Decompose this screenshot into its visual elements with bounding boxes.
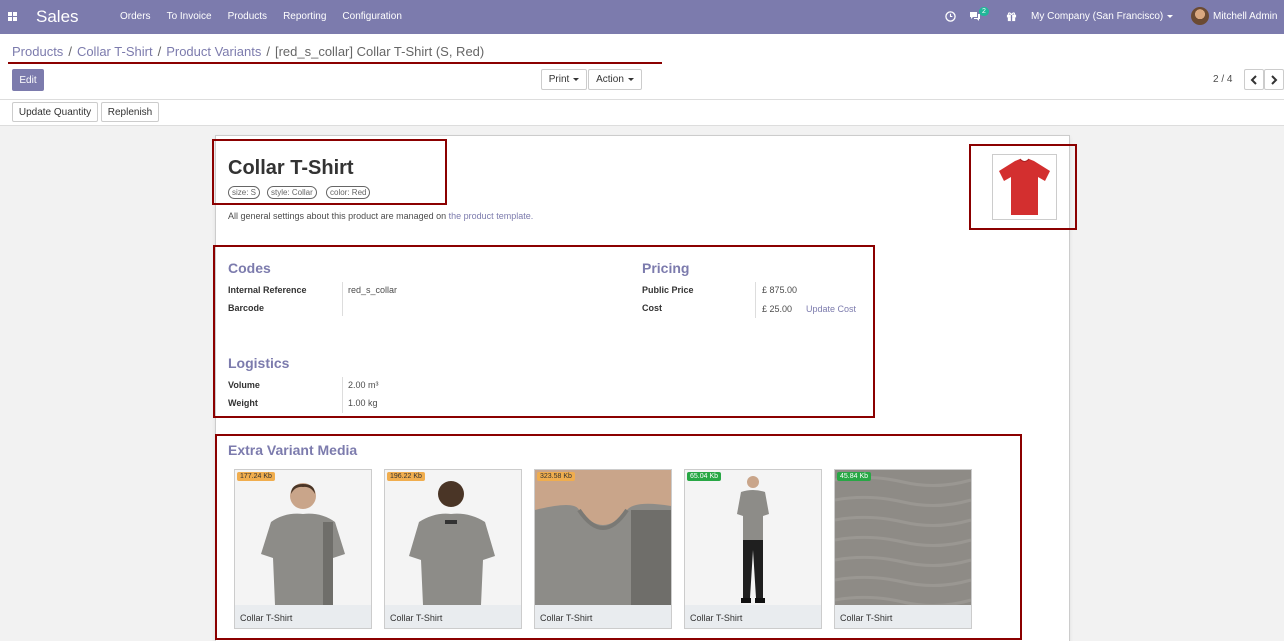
media-size-badge: 65.04 Kb <box>687 472 722 481</box>
control-panel: Products / Collar T-Shirt / Product Vari… <box>0 34 1284 100</box>
media-caption: Collar T-Shirt <box>535 605 671 628</box>
field-divider <box>342 377 343 413</box>
codes-title: Codes <box>228 260 271 276</box>
top-navbar: Sales Orders To Invoice Products Reporti… <box>0 0 1284 34</box>
action-label: Action <box>596 74 624 85</box>
volume-label: Volume <box>228 380 260 390</box>
breadcrumb-collar-tshirt[interactable]: Collar T-Shirt <box>77 44 153 59</box>
model-back-image <box>385 470 521 605</box>
media-card[interactable]: 196.22 Kb Collar T-Shirt <box>384 469 522 629</box>
menu-item-configuration[interactable]: Configuration <box>334 11 409 22</box>
media-size-badge: 196.22 Kb <box>387 472 425 481</box>
media-image <box>685 470 821 605</box>
product-name[interactable]: Collar T-Shirt <box>228 157 354 180</box>
model-full-image <box>685 470 821 605</box>
form-statusbar: Update Quantity Replenish <box>0 100 1284 126</box>
breadcrumb-product-variants[interactable]: Product Variants <box>166 44 261 59</box>
menu-item-reporting[interactable]: Reporting <box>275 11 334 22</box>
user-menu[interactable]: Mitchell Admin <box>1191 7 1277 25</box>
model-front-image <box>235 470 371 605</box>
company-name: My Company (San Francisco) <box>1031 11 1164 22</box>
menu-item-orders[interactable]: Orders <box>112 11 159 22</box>
internal-reference-label: Internal Reference <box>228 285 307 295</box>
media-size-badge: 323.58 Kb <box>537 472 575 481</box>
media-card[interactable]: 177.24 Kb Collar T-Shirt <box>234 469 372 629</box>
highlight-underline <box>8 62 662 64</box>
replenish-button[interactable]: Replenish <box>101 102 159 122</box>
media-image <box>835 470 971 608</box>
avatar <box>1191 7 1209 25</box>
media-card[interactable]: 65.04 Kb Collar T-Shirt <box>684 469 822 629</box>
breadcrumb: Products / Collar T-Shirt / Product Vari… <box>12 44 484 59</box>
cost-label: Cost <box>642 303 662 313</box>
breadcrumb-separator: / <box>68 44 72 59</box>
media-image <box>385 470 521 605</box>
logistics-title: Logistics <box>228 355 290 371</box>
field-divider <box>342 282 343 316</box>
media-image <box>535 470 671 605</box>
breadcrumb-separator: / <box>266 44 270 59</box>
red-tshirt-icon <box>999 158 1050 215</box>
print-button[interactable]: Print <box>541 69 587 90</box>
fabric-texture-image <box>835 470 971 608</box>
media-caption: Collar T-Shirt <box>835 605 971 628</box>
media-caption: Collar T-Shirt <box>685 605 821 628</box>
breadcrumb-current: [red_s_collar] Collar T-Shirt (S, Red) <box>274 44 485 59</box>
weight-value[interactable]: 1.00 kg <box>348 398 378 408</box>
media-size-badge: 45.84 Kb <box>837 472 872 481</box>
breadcrumb-separator: / <box>157 44 162 59</box>
media-card[interactable]: 323.58 Kb Collar T-Shirt <box>534 469 672 629</box>
clock-icon[interactable] <box>945 11 956 22</box>
menu-item-to-invoice[interactable]: To Invoice <box>159 11 220 22</box>
product-template-link[interactable]: the product template. <box>449 211 534 221</box>
barcode-label: Barcode <box>228 303 265 313</box>
highlight-box-details <box>213 245 875 418</box>
company-switcher[interactable]: My Company (San Francisco) <box>1031 11 1174 22</box>
template-note: All general settings about this product … <box>228 211 533 221</box>
media-card[interactable]: 45.84 Kb Collar T-Shirt <box>834 469 972 629</box>
chevron-left-icon <box>1250 74 1257 85</box>
media-size-badge: 177.24 Kb <box>237 472 275 481</box>
tag-color: color: Red <box>326 186 371 199</box>
update-quantity-button[interactable]: Update Quantity <box>12 102 98 122</box>
main-menu: Orders To Invoice Products Reporting Con… <box>112 11 410 22</box>
chevron-right-icon <box>1271 74 1278 85</box>
volume-value[interactable]: 2.00 m³ <box>348 380 379 390</box>
media-caption: Collar T-Shirt <box>385 605 521 628</box>
media-image <box>235 470 371 605</box>
cost-value[interactable]: £ 25.00 <box>762 304 792 314</box>
print-label: Print <box>548 74 570 85</box>
caret-down-icon <box>627 78 634 81</box>
edit-button[interactable]: Edit <box>12 69 44 91</box>
product-image[interactable] <box>992 154 1057 220</box>
collar-closeup-image <box>535 470 671 605</box>
pager-previous-button[interactable] <box>1244 69 1264 90</box>
caret-down-icon <box>573 78 580 81</box>
menu-item-products[interactable]: Products <box>220 11 275 22</box>
caret-down-icon <box>1167 14 1174 18</box>
tag-size: size: S <box>228 186 261 199</box>
internal-reference-value[interactable]: red_s_collar <box>348 285 397 295</box>
user-name: Mitchell Admin <box>1213 10 1278 22</box>
weight-label: Weight <box>228 398 258 408</box>
template-note-text: All general settings about this product … <box>228 211 447 221</box>
apps-menu-icon[interactable] <box>8 12 17 21</box>
pricing-title: Pricing <box>642 260 690 276</box>
public-price-label: Public Price <box>642 285 694 295</box>
update-cost-button[interactable]: Update Cost <box>806 304 856 314</box>
media-caption: Collar T-Shirt <box>235 605 371 628</box>
action-button[interactable]: Action <box>588 69 642 90</box>
extra-media-title: Extra Variant Media <box>228 442 358 458</box>
field-divider <box>755 282 756 318</box>
gift-icon[interactable] <box>1006 11 1017 22</box>
chat-menu[interactable]: 2 <box>969 7 989 25</box>
chat-badge: 2 <box>979 7 989 16</box>
public-price-value[interactable]: £ 875.00 <box>762 285 797 295</box>
breadcrumb-products[interactable]: Products <box>12 44 63 59</box>
pager-next-button[interactable] <box>1264 69 1284 90</box>
tag-style: style: Collar <box>267 186 317 199</box>
pager-value[interactable]: 2 / 4 <box>1213 74 1232 85</box>
app-name[interactable]: Sales <box>36 7 79 27</box>
